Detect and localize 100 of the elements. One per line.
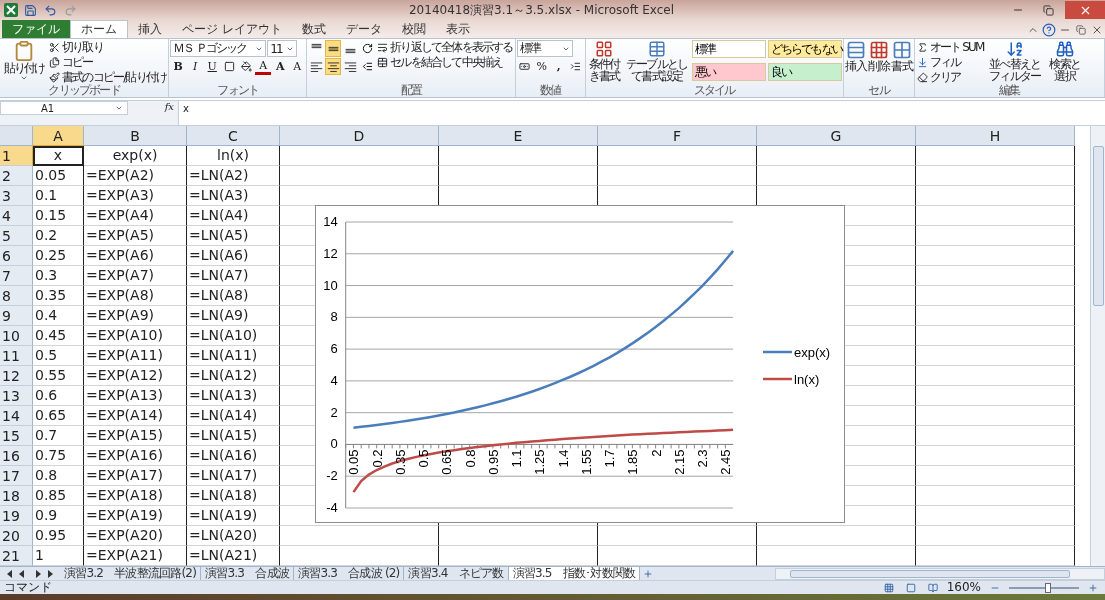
- row-header[interactable]: 10: [0, 326, 33, 346]
- ribbon-tab[interactable]: ファイル: [2, 20, 70, 38]
- clear-button[interactable]: クリア: [915, 70, 985, 84]
- fill-button[interactable]: フィル: [915, 55, 985, 69]
- row-header[interactable]: 20: [0, 526, 33, 546]
- column-header[interactable]: D: [280, 126, 439, 146]
- row-header[interactable]: 13: [0, 386, 33, 406]
- merge-center-button[interactable]: セルを結合して中央揃え: [376, 55, 514, 69]
- vertical-scrollbar[interactable]: [1090, 126, 1105, 566]
- cell-style-option[interactable]: 良い: [767, 63, 842, 81]
- autosum-button[interactable]: オート SUM: [915, 40, 985, 54]
- paste-button[interactable]: 貼り付け: [1, 40, 47, 84]
- row-header[interactable]: 18: [0, 486, 33, 506]
- grid-icon: [891, 40, 912, 60]
- percent-button[interactable]: %: [533, 58, 550, 75]
- comma-button[interactable]: ,: [550, 58, 567, 75]
- column-header[interactable]: E: [439, 126, 598, 146]
- row-header[interactable]: 6: [0, 246, 33, 266]
- restore-button[interactable]: [1073, 22, 1089, 38]
- cut-button[interactable]: 切り取り: [48, 40, 168, 54]
- ribbon-tab[interactable]: ホーム: [70, 20, 128, 38]
- row-header[interactable]: 12: [0, 366, 33, 386]
- axis-tick-label: 0.2: [369, 449, 385, 468]
- scrollbar-thumb[interactable]: [790, 569, 1070, 578]
- sigma-icon: [916, 41, 928, 53]
- insert-button[interactable]: 挿入: [844, 40, 867, 84]
- ribbon-tab[interactable]: データ: [335, 20, 392, 38]
- shrink-font-button[interactable]: A: [289, 58, 306, 75]
- fill-color-button[interactable]: [238, 58, 255, 75]
- number-format-field[interactable]: 標準: [516, 40, 573, 57]
- column-header[interactable]: B: [84, 126, 187, 146]
- column-header[interactable]: C: [187, 126, 280, 146]
- name-box[interactable]: A1: [0, 101, 128, 115]
- wrap-text-button[interactable]: 折り返して全体を表示する: [376, 40, 514, 54]
- cell-style-option[interactable]: 標準: [691, 40, 766, 58]
- row-header[interactable]: 1: [0, 146, 33, 166]
- scrollbar-thumb[interactable]: [1092, 146, 1104, 306]
- row-header[interactable]: 5: [0, 226, 33, 246]
- conditional-format-button[interactable]: 条件付き書式: [586, 40, 622, 84]
- table-cell: 0.2: [33, 226, 84, 246]
- insert-function-button[interactable]: fx: [128, 101, 178, 115]
- font-color-button[interactable]: A: [255, 58, 272, 75]
- table-cell: =LN(A2): [187, 166, 280, 186]
- zoom-slider-thumb[interactable]: [1044, 582, 1051, 593]
- ribbon-tab[interactable]: ページ レイアウト: [172, 20, 292, 38]
- row-header[interactable]: 14: [0, 406, 33, 426]
- row-header[interactable]: 16: [0, 446, 33, 466]
- format-table-button[interactable]: テーブルとして書式設定: [622, 40, 691, 84]
- row-header[interactable]: 17: [0, 466, 33, 486]
- sort-filter-button[interactable]: 並べ替えとフィルター: [985, 40, 1044, 84]
- find-select-button[interactable]: 検索と選択: [1044, 40, 1085, 84]
- row-header[interactable]: 8: [0, 286, 33, 306]
- close-button[interactable]: [1065, 1, 1105, 19]
- vertical-align-button[interactable]: [325, 40, 342, 57]
- font-name-field[interactable]: ＭＳ Ｐゴシック: [170, 40, 267, 57]
- row-header[interactable]: 11: [0, 346, 33, 366]
- row-header[interactable]: 2: [0, 166, 33, 186]
- help-button[interactable]: [1041, 22, 1057, 38]
- grid-icon: [868, 40, 889, 60]
- ribbon-tab[interactable]: 数式: [291, 20, 336, 38]
- row-header[interactable]: 3: [0, 186, 33, 206]
- axis-tick-label: 8: [330, 309, 338, 325]
- row-header[interactable]: 7: [0, 266, 33, 286]
- copy-button[interactable]: コピー: [48, 55, 168, 69]
- ribbon-tab[interactable]: 校閲: [391, 20, 436, 38]
- underline-button[interactable]: U: [204, 58, 221, 75]
- column-header[interactable]: G: [757, 126, 916, 146]
- sheet-nav-icon[interactable]: [5, 569, 55, 578]
- table-cell: =LN(A14): [187, 406, 280, 426]
- row-header[interactable]: 19: [0, 506, 33, 526]
- column-header[interactable]: F: [598, 126, 757, 146]
- grow-font-button[interactable]: A: [272, 58, 289, 75]
- axis-tick-label: 2: [648, 449, 664, 457]
- table-cell: =EXP(A5): [84, 226, 187, 246]
- format-button[interactable]: 書式: [890, 40, 913, 84]
- horizontal-scrollbar[interactable]: [775, 567, 1105, 580]
- row-header[interactable]: 15: [0, 426, 33, 446]
- ribbon-tab[interactable]: 挿入: [128, 20, 172, 38]
- column-header[interactable]: A: [33, 126, 84, 146]
- row-header[interactable]: 21: [0, 546, 33, 566]
- save-button[interactable]: [22, 2, 38, 18]
- zoom-level[interactable]: 160%: [946, 581, 981, 594]
- bold-button[interactable]: B: [170, 58, 187, 75]
- horizontal-align-button[interactable]: [325, 58, 342, 75]
- row-header[interactable]: 9: [0, 306, 33, 326]
- rows-icon: [845, 40, 866, 60]
- format-painter-button[interactable]: 書式のコピー/貼り付け: [48, 70, 168, 84]
- cell-style-option[interactable]: 悪い: [691, 63, 766, 81]
- delete-button[interactable]: 削除: [867, 40, 890, 84]
- align-lines-icon: [309, 60, 323, 73]
- row-header[interactable]: 4: [0, 206, 33, 226]
- ribbon-tab[interactable]: 表示: [435, 20, 480, 38]
- column-header[interactable]: H: [916, 126, 1075, 146]
- group-label: スタイル: [692, 84, 737, 97]
- italic-button[interactable]: I: [187, 58, 204, 75]
- chart-area[interactable]: -4 -2 0 2 4 6 8 10 12 14 0.05 0.2 0.35 0.5 0.65 0.8 0.95 1.1 1.25 1.4 1.55 1.7 1.85 2 2.15 2.3 2.45 exp(x) ln(x): [315, 205, 845, 523]
- formula-field[interactable]: x: [178, 101, 1105, 125]
- font-size-field[interactable]: 11: [267, 40, 298, 57]
- sheet-tab[interactable]: 演習3.5 指数･対数関数: [508, 566, 641, 581]
- cell-style-option[interactable]: どちらでもない: [767, 40, 842, 58]
